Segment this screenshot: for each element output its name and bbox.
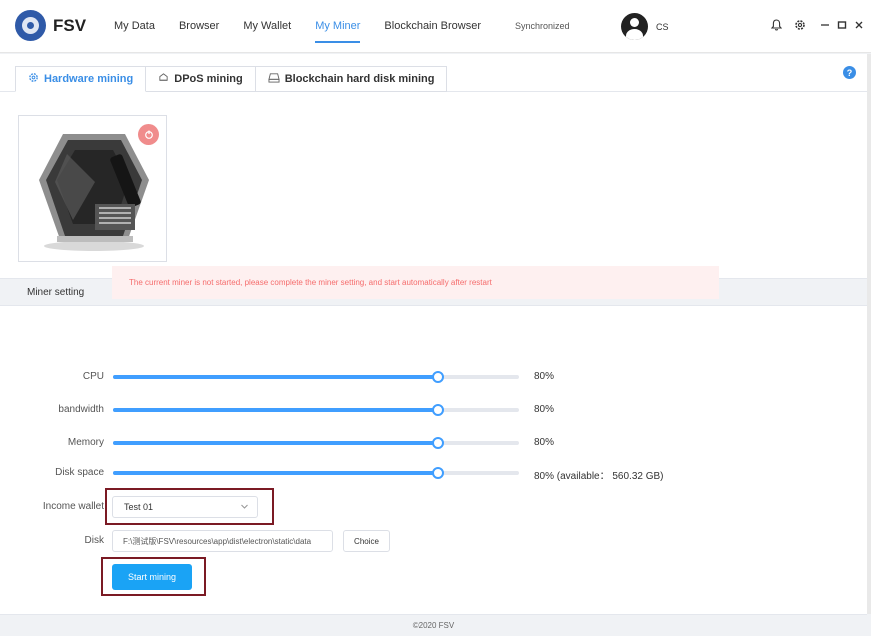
section-title: Miner setting <box>27 287 85 298</box>
memory-slider[interactable] <box>113 437 519 449</box>
sync-status: Synchronized <box>515 21 570 31</box>
remove-miner-icon[interactable] <box>138 124 159 145</box>
slider-handle[interactable] <box>431 371 444 383</box>
hard-disk-icon <box>268 72 280 86</box>
memory-value: 80% <box>534 437 555 448</box>
tab-label: Hardware mining <box>44 73 134 85</box>
scrollbar[interactable] <box>867 54 871 614</box>
slider-fill <box>113 471 438 475</box>
tab-label: DPoS mining <box>174 73 243 85</box>
minimize-icon[interactable] <box>818 18 832 32</box>
cpu-value: 80% <box>534 371 555 382</box>
tab-blockchain-hard-disk-mining[interactable]: Blockchain hard disk mining <box>255 66 448 92</box>
main-nav: My Data Browser My Wallet My Miner Block… <box>114 0 505 53</box>
disk-space-slider[interactable] <box>113 467 519 479</box>
slider-fill <box>113 375 438 379</box>
disk-label: Disk <box>84 535 104 546</box>
tab-label: Blockchain hard disk mining <box>284 73 435 85</box>
mining-tabs: Hardware mining DPoS mining Blockchain h… <box>15 66 448 92</box>
bandwidth-label: bandwidth <box>58 404 104 415</box>
disk-space-label: Disk space <box>55 467 104 478</box>
copyright-text: ©2020 FSV <box>412 621 455 630</box>
maximize-icon[interactable] <box>835 18 849 32</box>
app-name: FSV <box>53 15 87 35</box>
highlight-income-wallet <box>105 488 274 525</box>
disk-path-value: F:\测试版\FSV\resources\app\dist\electron\s… <box>123 537 312 546</box>
bandwidth-value: 80% <box>534 404 555 415</box>
tab-dpos-mining[interactable]: DPoS mining <box>146 66 256 92</box>
bell-icon[interactable] <box>769 18 783 32</box>
footer: ©2020 FSV <box>0 614 867 636</box>
bandwidth-slider[interactable] <box>113 404 519 416</box>
cpu-label: CPU <box>82 371 104 382</box>
slider-handle[interactable] <box>431 437 444 449</box>
nav-blockchain-browser[interactable]: Blockchain Browser <box>384 0 481 53</box>
income-wallet-label: Income wallet <box>42 501 104 512</box>
gear-icon <box>28 72 39 86</box>
nav-my-data[interactable]: My Data <box>114 0 155 53</box>
cpu-slider[interactable] <box>113 371 519 383</box>
slider-fill <box>113 408 438 412</box>
top-bar: FSV My Data Browser My Wallet My Miner B… <box>0 0 871 53</box>
nav-my-miner[interactable]: My Miner <box>315 0 361 53</box>
disk-space-value: 80% (available： 560.32 GB) <box>534 471 664 482</box>
user-avatar[interactable] <box>621 13 648 40</box>
app-logo[interactable]: FSV <box>15 10 86 41</box>
miner-device-image <box>39 134 149 251</box>
help-icon[interactable]: ? <box>843 66 856 79</box>
settings-gear-icon[interactable] <box>793 18 807 32</box>
fsv-logo-icon <box>15 10 46 41</box>
close-icon[interactable] <box>852 18 866 32</box>
choose-disk-button[interactable]: Choice <box>343 530 390 552</box>
nav-browser[interactable]: Browser <box>179 0 219 53</box>
miner-warning-alert: The current miner is not started, please… <box>112 266 719 299</box>
highlight-start-mining <box>101 557 206 596</box>
alert-message: The current miner is not started, please… <box>129 278 492 287</box>
slider-handle[interactable] <box>431 467 444 479</box>
miner-device-card[interactable] <box>18 115 167 262</box>
slider-handle[interactable] <box>431 404 444 416</box>
stack-icon <box>158 72 169 86</box>
user-name[interactable]: CS <box>656 22 669 32</box>
disk-path-field[interactable]: F:\测试版\FSV\resources\app\dist\electron\s… <box>112 530 333 552</box>
tab-hardware-mining[interactable]: Hardware mining <box>15 66 147 92</box>
nav-my-wallet[interactable]: My Wallet <box>243 0 291 53</box>
memory-label: Memory <box>67 437 104 448</box>
slider-fill <box>113 441 438 445</box>
